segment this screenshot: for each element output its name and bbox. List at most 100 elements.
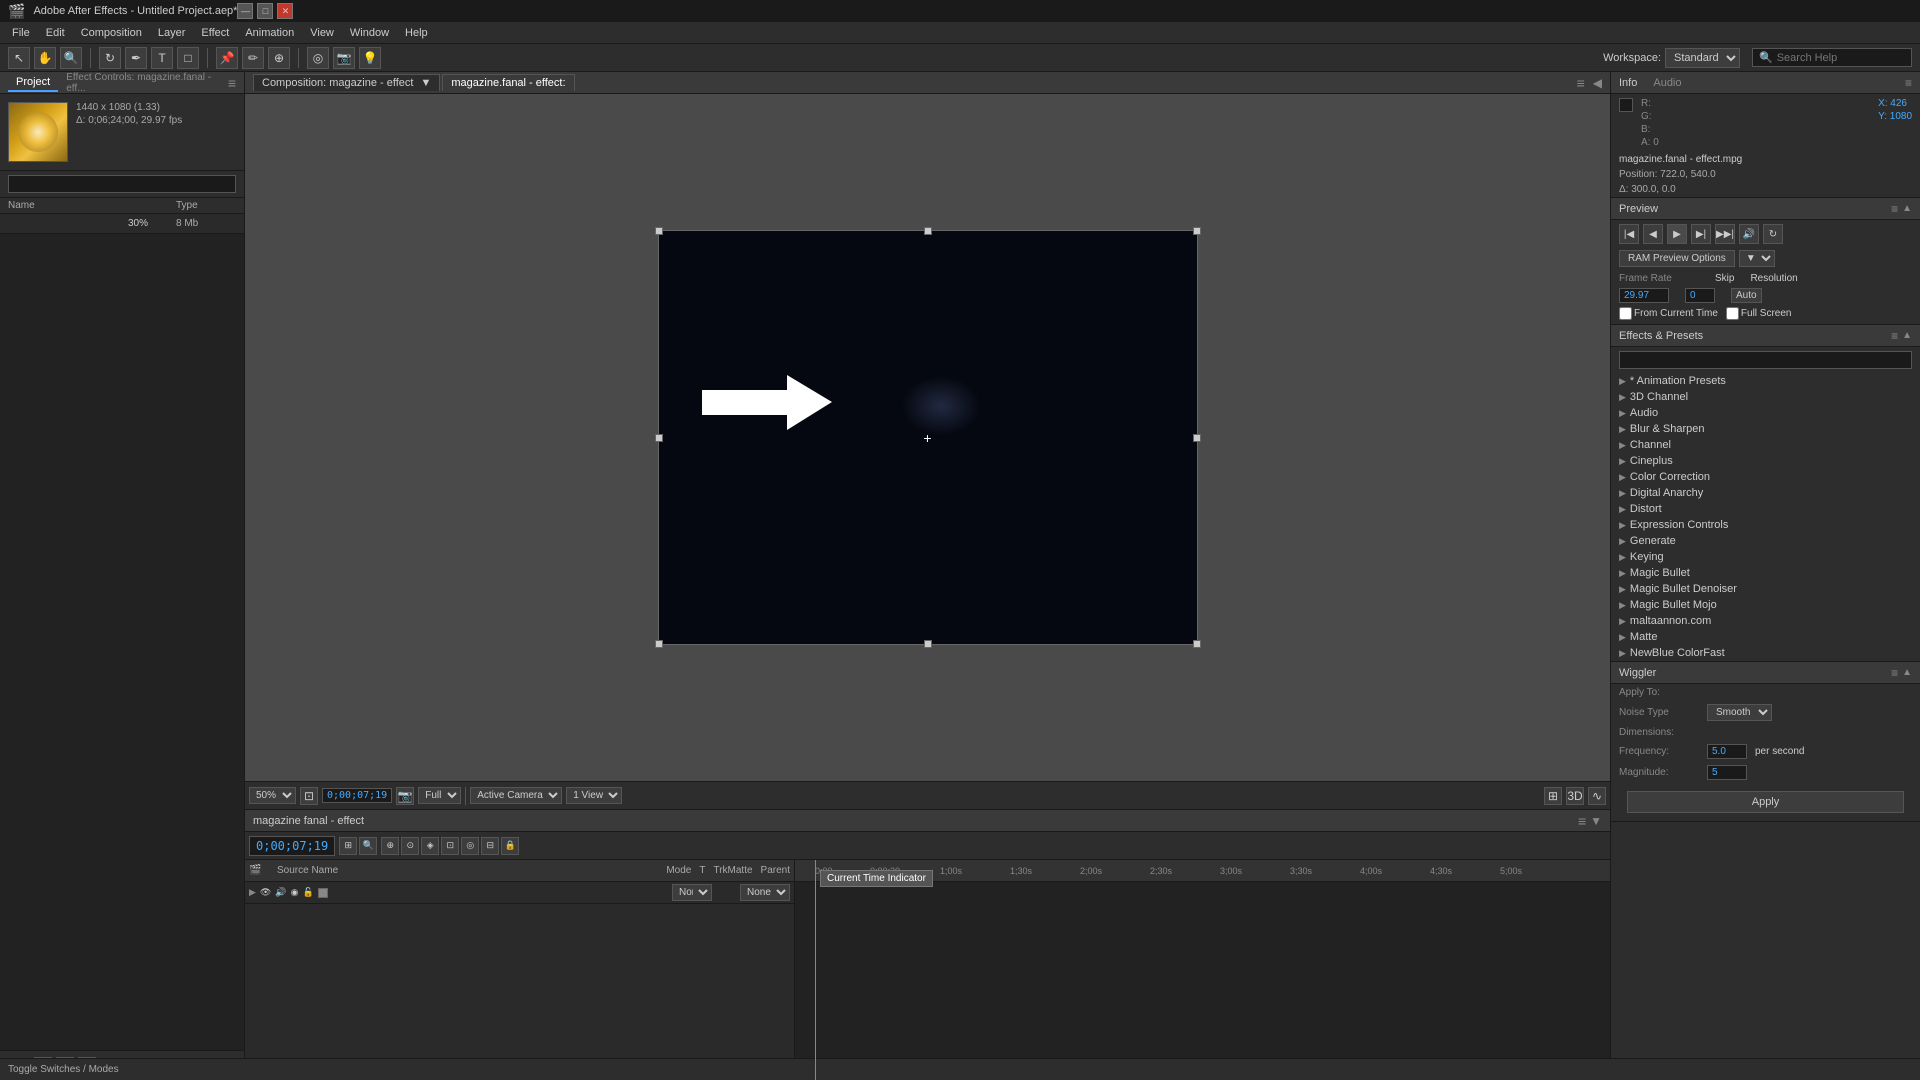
- roto-tool[interactable]: ◎: [307, 47, 329, 69]
- zoom-select[interactable]: 50%: [249, 787, 296, 804]
- menu-help[interactable]: Help: [397, 25, 436, 41]
- zoom-tool[interactable]: 🔍: [60, 47, 82, 69]
- timeline-tool-3[interactable]: ◈: [421, 837, 439, 855]
- menu-edit[interactable]: Edit: [38, 25, 73, 41]
- handle-br[interactable]: [1193, 640, 1201, 648]
- search-timeline-btn[interactable]: 🔍: [359, 837, 377, 855]
- effect-cat-expression[interactable]: ▶ Expression Controls: [1611, 517, 1920, 533]
- first-frame-btn[interactable]: |◀: [1619, 224, 1639, 244]
- resolution-select[interactable]: Full: [418, 787, 461, 804]
- ram-preview-btn[interactable]: RAM Preview Options: [1619, 250, 1735, 267]
- light-tool[interactable]: 💡: [359, 47, 381, 69]
- shape-tool[interactable]: □: [177, 47, 199, 69]
- loop-btn[interactable]: ↻: [1763, 224, 1783, 244]
- comp-panel-menu[interactable]: ≡: [1577, 75, 1585, 91]
- comp-tab-1-arrow[interactable]: ▼: [421, 77, 432, 89]
- audio-btn[interactable]: 🔊: [1739, 224, 1759, 244]
- track-mode[interactable]: Nor.: [672, 884, 712, 901]
- effect-cat-audio[interactable]: ▶ Audio: [1611, 405, 1920, 421]
- project-search-input[interactable]: [8, 175, 236, 193]
- timeline-tool-2[interactable]: ⊙: [401, 837, 419, 855]
- effect-cat-cineplus[interactable]: ▶ Cineplus: [1611, 453, 1920, 469]
- workspace-select[interactable]: Standard: [1665, 48, 1740, 68]
- panel-menu-icon[interactable]: ≡: [228, 75, 236, 91]
- track-parent[interactable]: None: [740, 884, 790, 901]
- effects-collapse[interactable]: ▲: [1902, 330, 1912, 341]
- comp-panel-collapse[interactable]: ◀: [1593, 76, 1602, 90]
- effect-cat-denoiser[interactable]: ▶ Magic Bullet Denoiser: [1611, 581, 1920, 597]
- timeline-collapse[interactable]: ▼: [1590, 814, 1602, 828]
- project-tab[interactable]: Project: [8, 74, 58, 92]
- comp-tab-2[interactable]: magazine.fanal - effect:: [442, 74, 574, 91]
- effects-panel-menu[interactable]: ≡: [1891, 329, 1898, 343]
- menu-composition[interactable]: Composition: [73, 25, 150, 41]
- frame-rate-input[interactable]: [1619, 288, 1669, 303]
- wiggler-noise-select[interactable]: Smooth: [1707, 704, 1772, 721]
- effect-cat-animation[interactable]: ▶ * Animation Presets: [1611, 373, 1920, 389]
- timeline-tool-7[interactable]: 🔒: [501, 837, 519, 855]
- audio-tab[interactable]: Audio: [1653, 77, 1681, 89]
- view-select[interactable]: 1 View: [566, 787, 622, 804]
- menu-view[interactable]: View: [302, 25, 342, 41]
- effect-cat-matte[interactable]: ▶ Matte: [1611, 629, 1920, 645]
- effect-cat-blur[interactable]: ▶ Blur & Sharpen: [1611, 421, 1920, 437]
- handle-tr[interactable]: [1193, 227, 1201, 235]
- ram-preview-select[interactable]: ▼: [1739, 250, 1775, 267]
- wiggler-collapse[interactable]: ▲: [1902, 667, 1912, 678]
- effect-cat-digital[interactable]: ▶ Digital Anarchy: [1611, 485, 1920, 501]
- wiggler-magnitude-input[interactable]: [1707, 765, 1747, 780]
- wiggler-panel-header[interactable]: Wiggler ≡ ▲: [1611, 662, 1920, 684]
- track-solo[interactable]: ◉: [291, 887, 299, 898]
- effect-cat-generate[interactable]: ▶ Generate: [1611, 533, 1920, 549]
- fit-btn[interactable]: ⊡: [300, 787, 318, 805]
- snap-btn[interactable]: 📷: [396, 787, 414, 805]
- menu-window[interactable]: Window: [342, 25, 397, 41]
- selection-tool[interactable]: ↖: [8, 47, 30, 69]
- preview-panel-header[interactable]: Preview ≡ ▲: [1611, 198, 1920, 220]
- timeline-tool-4[interactable]: ⊡: [441, 837, 459, 855]
- wiggler-apply-btn[interactable]: Apply: [1627, 791, 1904, 813]
- wiggler-frequency-input[interactable]: [1707, 744, 1747, 759]
- effect-cat-mojo[interactable]: ▶ Magic Bullet Mojo: [1611, 597, 1920, 613]
- effect-cat-magic[interactable]: ▶ Magic Bullet: [1611, 565, 1920, 581]
- handle-bl[interactable]: [655, 640, 663, 648]
- hand-tool[interactable]: ✋: [34, 47, 56, 69]
- info-panel-menu[interactable]: ≡: [1905, 76, 1912, 90]
- handle-mr[interactable]: [1193, 434, 1201, 442]
- motion-btn[interactable]: ∿: [1588, 787, 1606, 805]
- timeline-tool-6[interactable]: ⊟: [481, 837, 499, 855]
- preview-panel-menu[interactable]: ≡: [1891, 202, 1898, 216]
- preview-collapse[interactable]: ▲: [1902, 203, 1912, 214]
- effect-cat-distort[interactable]: ▶ Distort: [1611, 501, 1920, 517]
- menu-file[interactable]: File: [4, 25, 38, 41]
- handle-bc[interactable]: [924, 640, 932, 648]
- clone-tool[interactable]: ⊕: [268, 47, 290, 69]
- effect-cat-color[interactable]: ▶ Color Correction: [1611, 469, 1920, 485]
- camera-select[interactable]: Active Camera: [470, 787, 562, 804]
- menu-effect[interactable]: Effect: [193, 25, 237, 41]
- brush-tool[interactable]: ✏: [242, 47, 264, 69]
- next-frame-btn[interactable]: ▶|: [1691, 224, 1711, 244]
- comp-btn[interactable]: ⊞: [339, 837, 357, 855]
- effect-cat-keying[interactable]: ▶ Keying: [1611, 549, 1920, 565]
- handle-ml[interactable]: [655, 434, 663, 442]
- effect-cat-3d[interactable]: ▶ 3D Channel: [1611, 389, 1920, 405]
- track-expand[interactable]: ▶: [249, 887, 256, 898]
- timeline-time-display[interactable]: 0;00;07;19: [249, 836, 335, 856]
- minimize-button[interactable]: —: [237, 3, 253, 19]
- close-button[interactable]: ✕: [277, 3, 293, 19]
- grid-btn[interactable]: ⊞: [1544, 787, 1562, 805]
- timeline-indicator[interactable]: Current Time Indicator: [815, 860, 816, 1080]
- 3d-btn[interactable]: 3D: [1566, 787, 1584, 805]
- effects-panel-header[interactable]: Effects & Presets ≡ ▲: [1611, 325, 1920, 347]
- project-item[interactable]: 30% 8 Mb: [0, 214, 244, 234]
- wiggler-panel-menu[interactable]: ≡: [1891, 666, 1898, 680]
- timeline-tool-1[interactable]: ⊕: [381, 837, 399, 855]
- effect-cat-channel[interactable]: ▶ Channel: [1611, 437, 1920, 453]
- timeline-menu[interactable]: ≡: [1578, 813, 1586, 829]
- comp-time-display[interactable]: 0;00;07;19: [322, 788, 392, 803]
- comp-tab-1[interactable]: Composition: magazine - effect ▼: [253, 74, 440, 91]
- maximize-button[interactable]: □: [257, 3, 273, 19]
- track-visibility[interactable]: 👁: [260, 887, 271, 898]
- rotate-tool[interactable]: ↻: [99, 47, 121, 69]
